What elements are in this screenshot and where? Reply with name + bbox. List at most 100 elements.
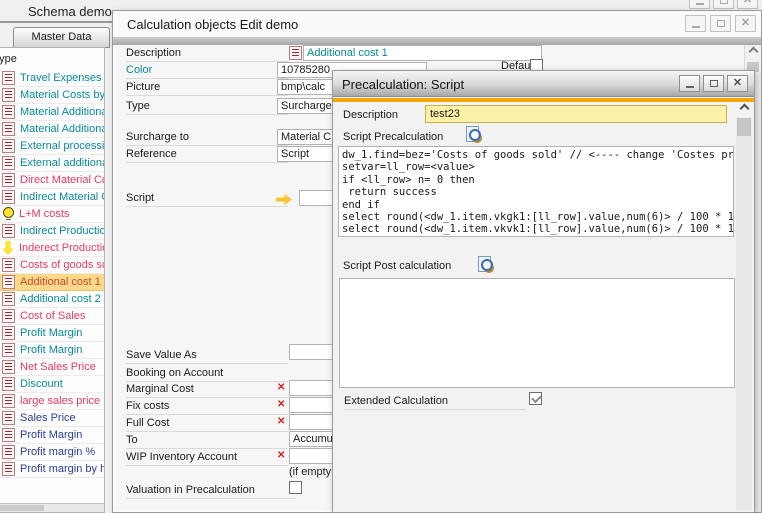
- precalc-dialog-controls: ✕: [679, 75, 748, 92]
- parent-window-controls: ✕: [689, 0, 758, 9]
- script-precalculation-textarea[interactable]: dw_1.find=bez='Costs of goods sold' // <…: [338, 146, 734, 237]
- minimize-button[interactable]: [685, 15, 706, 32]
- doc-icon: [2, 377, 15, 391]
- close-button[interactable]: ✕: [737, 0, 758, 9]
- maximize-button[interactable]: [703, 75, 724, 92]
- scrollbar-thumb[interactable]: [737, 118, 751, 136]
- schema-sidebar-panel: Type Travel Expenses Material Costs by B…: [0, 47, 105, 513]
- list-item[interactable]: large sales price: [0, 393, 104, 410]
- reference-label: Reference: [126, 148, 288, 163]
- picture-label: Picture: [126, 81, 288, 96]
- doc-icon: [2, 190, 15, 204]
- precalc-description-input[interactable]: test23: [425, 105, 727, 123]
- valuation-in-precalculation-label: Valuation in Precalculation: [126, 484, 296, 499]
- list-item[interactable]: Profit Margin: [0, 427, 104, 444]
- document-icon: [289, 46, 302, 60]
- chevron-up-icon: [739, 104, 749, 114]
- list-item-label: Profit margin %: [20, 446, 95, 458]
- list-item[interactable]: Profit margin %: [0, 444, 104, 461]
- list-item[interactable]: Cost of Sales: [0, 308, 104, 325]
- close-button[interactable]: ✕: [727, 75, 748, 92]
- script-zoom-icon[interactable]: [466, 126, 481, 142]
- list-item[interactable]: Sales Price: [0, 410, 104, 427]
- valuation-in-precalculation-checkbox[interactable]: [289, 481, 302, 494]
- schema-item-list: Travel Expenses Material Costs by Bi Mat…: [0, 70, 104, 478]
- minimize-icon: [692, 26, 700, 28]
- close-icon: ✕: [741, 18, 750, 29]
- extended-calculation-checkbox[interactable]: [529, 392, 542, 405]
- script-post-calculation-label: Script Post calculation: [343, 260, 451, 272]
- scroll-up-button[interactable]: [745, 45, 761, 61]
- list-item[interactable]: Indirect Production: [0, 223, 104, 240]
- list-item-label: Additional cost 2: [20, 293, 101, 305]
- list-item[interactable]: Indirect Material Co: [0, 189, 104, 206]
- booking-on-account-label: Booking on Account: [126, 367, 288, 382]
- maximize-button[interactable]: [713, 0, 734, 9]
- ydown-icon: [2, 241, 14, 255]
- minimize-button[interactable]: [679, 75, 700, 92]
- doc-icon: [2, 105, 15, 119]
- description-input[interactable]: Additional cost 1: [303, 45, 542, 61]
- doc-icon: [2, 292, 15, 306]
- list-item[interactable]: Profit Margin: [0, 325, 104, 342]
- doc-icon: [2, 122, 15, 136]
- close-icon: ✕: [743, 0, 752, 6]
- doc-icon: [2, 411, 15, 425]
- list-item-label: External additional (: [20, 157, 105, 169]
- list-item-label: Profit Margin: [20, 429, 82, 441]
- list-item-label: Indirect Material Co: [20, 191, 105, 203]
- list-item[interactable]: Profit margin by ho: [0, 461, 104, 478]
- list-item[interactable]: External processing: [0, 138, 104, 155]
- close-button[interactable]: ✕: [735, 15, 756, 32]
- doc-icon: [2, 258, 15, 272]
- script-zoom-icon[interactable]: [478, 256, 493, 272]
- list-item-label: Travel Expenses: [20, 72, 102, 84]
- sidebar-horizontal-scrollbar[interactable]: [0, 503, 104, 512]
- list-item[interactable]: L+M costs: [0, 206, 104, 223]
- precalc-vertical-scrollbar[interactable]: [736, 102, 752, 510]
- surcharge-to-label: Surcharge to: [126, 131, 288, 146]
- red-x-icon: ✕: [277, 382, 285, 393]
- list-item[interactable]: Material Costs by Bi: [0, 87, 104, 104]
- list-item[interactable]: Material Additional (: [0, 104, 104, 121]
- list-item[interactable]: Direct Material Costs: [0, 172, 104, 189]
- list-item-label: Material Costs by Bi: [20, 89, 105, 101]
- list-item[interactable]: Profit Margin: [0, 342, 104, 359]
- list-item[interactable]: Costs of goods sold: [0, 257, 104, 274]
- to-label: To: [126, 434, 288, 449]
- doc-icon: [2, 88, 15, 102]
- precalc-titlebar[interactable]: Precalculation: Script ✕: [333, 71, 754, 97]
- list-item-label: Material Additional (: [20, 106, 105, 118]
- list-item[interactable]: Additional cost 2: [0, 291, 104, 308]
- list-item[interactable]: Inderect Production: [0, 240, 104, 257]
- wip-inventory-account-label: WIP Inventory Account: [126, 451, 288, 466]
- edit-dialog-titlebar[interactable]: Calculation objects Edit demo ✕: [113, 11, 761, 37]
- list-item[interactable]: Material Additional (: [0, 121, 104, 138]
- doc-icon: [2, 139, 15, 153]
- red-x-icon: ✕: [277, 450, 285, 461]
- list-item[interactable]: External additional (: [0, 155, 104, 172]
- app-window-title: Schema demo: [28, 4, 112, 19]
- precalc-description-label: Description: [343, 109, 398, 121]
- list-item-label: Inderect Production: [19, 242, 105, 254]
- doc-icon: [2, 156, 15, 170]
- script-post-calculation-textarea[interactable]: [339, 278, 735, 388]
- minimize-button[interactable]: [689, 0, 710, 9]
- edit-dialog-title: Calculation objects Edit demo: [127, 17, 298, 32]
- maximize-button[interactable]: [710, 15, 731, 32]
- list-item[interactable]: Discount: [0, 376, 104, 393]
- description-label: Description: [126, 47, 288, 62]
- minimize-icon: [696, 3, 704, 5]
- list-item[interactable]: Additional cost 1: [0, 274, 104, 291]
- chevron-up-icon: [748, 47, 758, 57]
- list-item-label: Direct Material Costs: [20, 174, 105, 186]
- doc-icon: [2, 343, 15, 357]
- scrollbar-thumb[interactable]: [0, 505, 44, 511]
- extended-calculation-label: Extended Calculation: [344, 395, 526, 410]
- list-item[interactable]: Travel Expenses: [0, 70, 104, 87]
- doc-icon: [2, 445, 15, 459]
- tab-master-data[interactable]: Master Data: [13, 27, 110, 48]
- scroll-up-button[interactable]: [736, 102, 752, 117]
- list-item[interactable]: Net Sales Price: [0, 359, 104, 376]
- doc-icon: [2, 224, 15, 238]
